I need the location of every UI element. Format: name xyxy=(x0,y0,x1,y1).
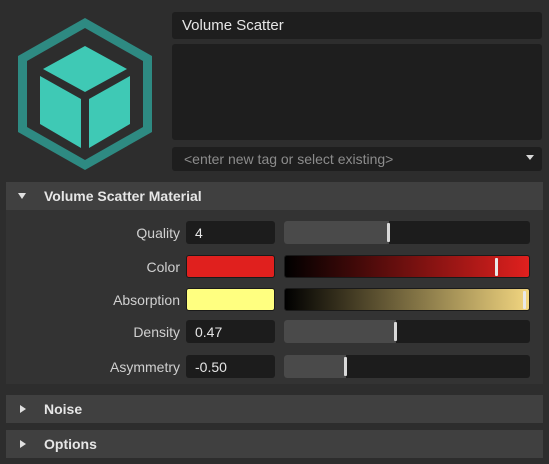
density-field[interactable]: 0.47 xyxy=(186,320,275,343)
section-volume-scatter-material[interactable]: Volume Scatter Material xyxy=(6,182,543,210)
section-noise[interactable]: Noise xyxy=(6,395,543,423)
section-options[interactable]: Options xyxy=(6,430,543,458)
slider-fill xyxy=(284,320,396,343)
asymmetry-slider[interactable] xyxy=(284,355,530,378)
absorption-swatch[interactable] xyxy=(186,288,275,311)
color-row: Color xyxy=(6,255,543,279)
density-label: Density xyxy=(133,324,180,340)
slider-handle[interactable] xyxy=(523,291,526,309)
color-gradient-slider[interactable] xyxy=(284,255,530,278)
tag-select[interactable]: <enter new tag or select existing> xyxy=(172,147,542,171)
color-swatch[interactable] xyxy=(186,255,275,278)
quality-label: Quality xyxy=(136,225,180,241)
absorption-label: Absorption xyxy=(113,292,180,308)
asymmetry-row: Asymmetry -0.50 xyxy=(6,355,543,379)
quality-slider[interactable] xyxy=(284,221,530,244)
asymmetry-label: Asymmetry xyxy=(110,359,180,375)
color-label: Color xyxy=(146,259,180,275)
chevron-down-icon[interactable] xyxy=(526,155,534,160)
asymmetry-field[interactable]: -0.50 xyxy=(186,355,275,378)
absorption-row: Absorption xyxy=(6,288,543,312)
material-parameters-panel: Quality 4 Color Absorption Density 0.47 … xyxy=(6,210,543,384)
cube-material-icon xyxy=(18,18,152,170)
section-title: Noise xyxy=(44,401,83,417)
notes-area[interactable] xyxy=(172,44,542,140)
expand-arrow-icon[interactable] xyxy=(20,405,26,413)
quality-row: Quality 4 xyxy=(6,221,543,245)
absorption-gradient-slider[interactable] xyxy=(284,288,530,311)
section-title: Volume Scatter Material xyxy=(44,188,202,204)
tag-select-placeholder: <enter new tag or select existing> xyxy=(184,151,394,167)
material-name-field[interactable]: Volume Scatter xyxy=(172,12,542,39)
density-slider[interactable] xyxy=(284,320,530,343)
slider-handle[interactable] xyxy=(344,357,347,376)
slider-fill xyxy=(284,221,389,244)
expand-arrow-icon[interactable] xyxy=(20,440,26,448)
section-title: Options xyxy=(44,436,97,452)
quality-field[interactable]: 4 xyxy=(186,221,275,244)
collapse-arrow-icon[interactable] xyxy=(18,193,26,199)
material-header: Volume Scatter <enter new tag or select … xyxy=(0,0,549,177)
slider-fill xyxy=(284,355,346,378)
slider-handle[interactable] xyxy=(394,322,397,341)
slider-handle[interactable] xyxy=(495,258,498,276)
density-row: Density 0.47 xyxy=(6,320,543,344)
slider-handle[interactable] xyxy=(387,223,390,242)
